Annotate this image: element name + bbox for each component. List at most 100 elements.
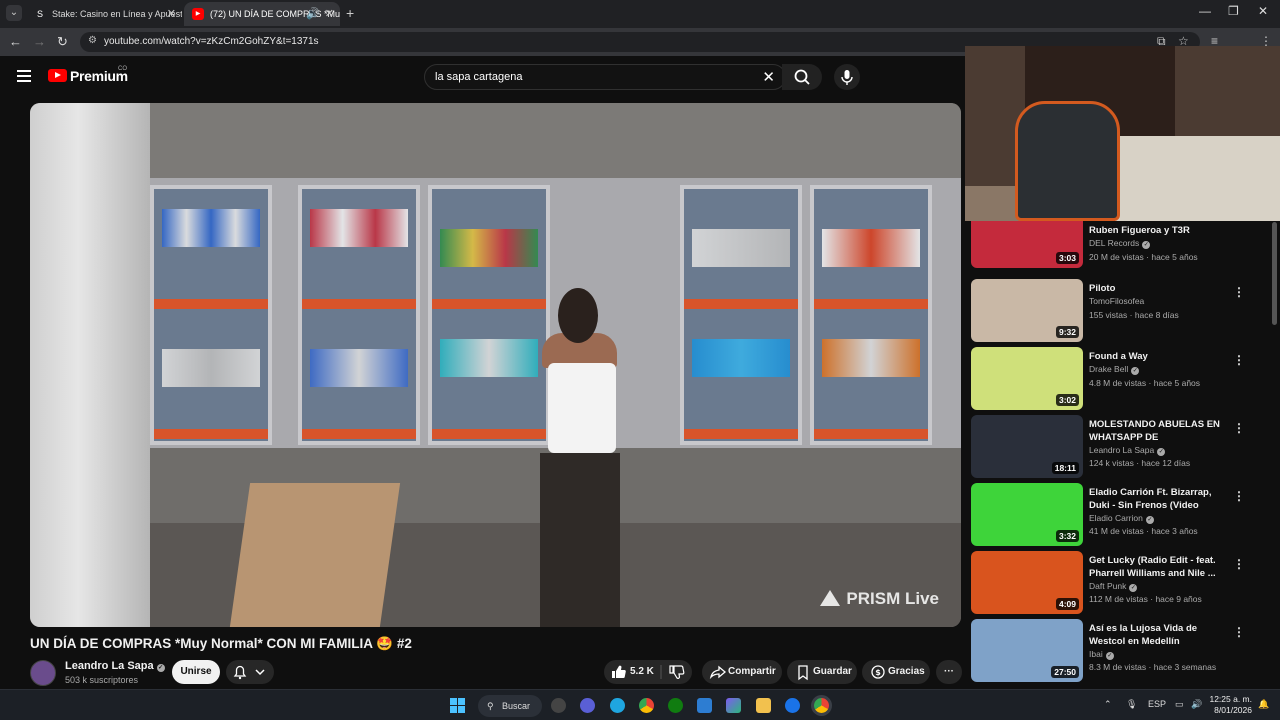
save-button[interactable]: Guardar: [787, 660, 857, 684]
restore-icon[interactable]: ❐: [1228, 4, 1239, 18]
more-options-icon[interactable]: ⋮: [1233, 421, 1245, 435]
share-icon: [709, 665, 727, 680]
list-item[interactable]: 3:03 Ruben Figueroa y T3R Element... DEL…: [971, 221, 1271, 269]
video-thumbnail[interactable]: 18:11: [971, 415, 1083, 478]
related-title[interactable]: Así es la Lujosa Vida de Westcol en Mede…: [1089, 622, 1224, 648]
more-options-icon[interactable]: ⋮: [1233, 625, 1245, 639]
related-title[interactable]: Found a Way: [1089, 350, 1224, 363]
video-scene: [810, 185, 932, 445]
channel-name[interactable]: Leandro La Sapa ✓: [65, 660, 165, 672]
menu-icon[interactable]: [17, 70, 31, 85]
new-tab-icon[interactable]: +: [346, 5, 354, 21]
volume-icon[interactable]: 🔊: [1191, 699, 1202, 710]
photos-icon[interactable]: [697, 698, 712, 713]
language-indicator[interactable]: ESP: [1148, 699, 1166, 709]
bell-icon: [233, 665, 265, 680]
related-channel: TomoFilosofea: [1089, 296, 1145, 306]
like-dislike-group: 5.2 K: [604, 660, 692, 684]
video-scene: [530, 288, 630, 627]
clear-search-icon[interactable]: ✕: [762, 68, 775, 86]
app-icon[interactable]: [551, 698, 566, 713]
sidebar-scrollbar[interactable]: [1272, 222, 1277, 325]
youtube-logo-icon[interactable]: [48, 69, 67, 82]
notification-icon[interactable]: 🔔: [1258, 699, 1269, 710]
verified-icon: ✓: [1145, 516, 1154, 524]
notifications-button[interactable]: [226, 660, 274, 684]
verified-icon: ✓: [1105, 652, 1114, 660]
more-options-icon[interactable]: ⋮: [1233, 557, 1245, 571]
join-button[interactable]: Unirse: [172, 660, 220, 684]
edge-icon[interactable]: [610, 698, 625, 713]
app-icon[interactable]: [580, 698, 595, 713]
related-channel: Ibai ✓: [1089, 649, 1114, 660]
related-videos-list: 3:03 Ruben Figueroa y T3R Element... DEL…: [965, 221, 1280, 689]
related-channel: Drake Bell ✓: [1089, 364, 1140, 375]
search-icon: ⚲: [487, 701, 494, 711]
windows-start-icon[interactable]: [450, 698, 465, 713]
more-options-icon[interactable]: ⋮: [1233, 489, 1245, 503]
channel-avatar[interactable]: [30, 660, 56, 686]
file-explorer-icon[interactable]: [756, 698, 771, 713]
more-actions-button[interactable]: ···: [936, 660, 962, 684]
duration-badge: 18:11: [1051, 462, 1079, 474]
clock[interactable]: 12:25 a. m. 8/01/2026: [1206, 694, 1252, 716]
app-icon[interactable]: [785, 698, 800, 713]
like-count[interactable]: 5.2 K: [630, 660, 654, 684]
video-thumbnail[interactable]: 9:32: [971, 279, 1083, 342]
video-thumbnail[interactable]: 3:03: [971, 221, 1083, 268]
minimize-icon[interactable]: —: [1199, 4, 1211, 18]
video-scene: [30, 103, 961, 183]
video-player[interactable]: PRISM Live: [30, 103, 961, 627]
logo-region: CO: [118, 66, 127, 72]
close-icon[interactable]: ✕: [167, 2, 176, 26]
video-thumbnail[interactable]: 4:09: [971, 551, 1083, 614]
reload-icon[interactable]: ↻: [57, 34, 68, 50]
tab-search-icon[interactable]: ⌄: [6, 5, 22, 21]
more-options-icon[interactable]: ⋮: [1233, 353, 1245, 367]
taskbar: ⚲ Buscar ⌃ 🎙 ESP ▭ 🔊 12:25 a. m. 8/01/202…: [0, 689, 1280, 720]
close-icon[interactable]: 🔊: [306, 2, 320, 26]
related-title[interactable]: Piloto: [1089, 282, 1224, 295]
search-input[interactable]: la sapa cartagena ✕: [424, 64, 786, 90]
forward-icon[interactable]: →: [33, 34, 46, 49]
chrome-active-icon[interactable]: [814, 698, 829, 713]
related-title[interactable]: Get Lucky (Radio Edit - feat. Pharrell W…: [1089, 554, 1224, 580]
duration-badge: 3:02: [1055, 394, 1079, 406]
site-info-icon[interactable]: ⚙: [88, 35, 97, 46]
related-title[interactable]: Eladio Carrión Ft. Bizarrap, Duki - Sin …: [1089, 486, 1224, 512]
verified-icon: ✓: [1131, 367, 1140, 375]
list-item[interactable]: 18:11 MOLESTANDO ABUELAS EN WHATSAPP DE …: [971, 415, 1271, 479]
tab-title: Stake: Casino en Línea y Apuestas: [52, 9, 182, 19]
microphone-icon[interactable]: 🎙: [1126, 699, 1137, 710]
list-item[interactable]: 9:32 Piloto TomoFilosofea 155 vistas · h…: [971, 279, 1271, 343]
share-button[interactable]: Compartir: [702, 660, 782, 684]
thanks-button[interactable]: $ Gracias: [862, 660, 930, 684]
browser-tab-stake[interactable]: S Stake: Casino en Línea y Apuestas ✕: [26, 2, 182, 26]
back-icon[interactable]: ←: [9, 34, 22, 49]
voice-search-button[interactable]: [834, 64, 860, 90]
video-thumbnail[interactable]: 27:50: [971, 619, 1083, 682]
more-options-icon[interactable]: ⋮: [1233, 285, 1245, 299]
close-icon[interactable]: ✕: [325, 2, 334, 26]
network-icon[interactable]: ▭: [1175, 699, 1184, 710]
list-item[interactable]: 27:50 Así es la Lujosa Vida de Westcol e…: [971, 619, 1271, 683]
gaming-chair: [1015, 101, 1120, 221]
search-button[interactable]: [782, 64, 822, 90]
list-item[interactable]: 3:02 Found a Way Drake Bell ✓ 4.8 M de vi…: [971, 347, 1271, 411]
xbox-icon[interactable]: [668, 698, 683, 713]
related-title[interactable]: MOLESTANDO ABUELAS EN WHATSAPP DE SEGUID…: [1089, 418, 1224, 444]
list-item[interactable]: 4:09 Get Lucky (Radio Edit - feat. Pharr…: [971, 551, 1271, 615]
search-query: la sapa cartagena: [435, 71, 523, 83]
list-item[interactable]: 3:32 Eladio Carrión Ft. Bizarrap, Duki -…: [971, 483, 1271, 547]
video-thumbnail[interactable]: 3:02: [971, 347, 1083, 410]
related-title[interactable]: Ruben Figueroa y T3R Element...: [1089, 224, 1224, 237]
browser-tab-youtube[interactable]: ▶ (72) UN DÍA DE COMPRAS *Muy 🔊 ✕: [184, 2, 340, 26]
stake-favicon-icon: S: [36, 9, 43, 19]
svg-text:$: $: [875, 668, 881, 677]
video-thumbnail[interactable]: 3:32: [971, 483, 1083, 546]
close-window-icon[interactable]: ✕: [1258, 4, 1268, 18]
taskbar-search[interactable]: ⚲ Buscar: [478, 695, 542, 717]
chrome-icon[interactable]: [639, 698, 654, 713]
chevron-up-icon[interactable]: ⌃: [1104, 699, 1112, 710]
copilot-icon[interactable]: [726, 698, 741, 713]
